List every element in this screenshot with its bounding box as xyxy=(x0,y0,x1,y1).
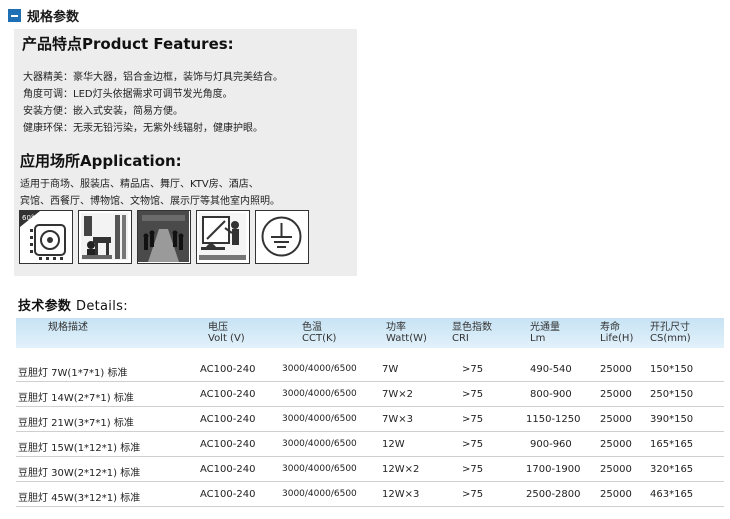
ground-symbol-icon xyxy=(255,210,309,264)
cell-watt: 12W×3 xyxy=(382,489,420,500)
cell-cri: >75 xyxy=(462,489,484,500)
col-header-life: 寿命 Life(H) xyxy=(600,322,634,344)
cell-life: 25000 xyxy=(600,489,632,500)
col-header-volt: 电压 Volt (V) xyxy=(208,322,245,344)
cell-lm: 2500-2800 xyxy=(526,489,581,500)
cell-lm: 490-540 xyxy=(530,364,572,375)
cell-volt: AC100-240 xyxy=(200,364,256,375)
cell-cs: 250*150 xyxy=(650,389,694,400)
col-header-lm: 光通量 Lm xyxy=(530,322,560,344)
section-header: 规格参数 xyxy=(8,6,80,25)
col-header-watt: 功率 Watt(W) xyxy=(386,322,427,344)
angle-badge-label: 60° xyxy=(22,214,34,222)
details-title-cn: 技术参数 xyxy=(18,299,72,314)
table-row: 豆胆灯 30W(2*12*1) 标准 AC100-240 3000/4000/6… xyxy=(16,457,724,482)
adjustable-angle-icon: 60° xyxy=(19,210,73,264)
cell-cs: 165*165 xyxy=(650,439,694,450)
feature-line: 安装方便：嵌入式安装，简易方便。 xyxy=(23,106,183,117)
cell-name: 豆胆灯 15W(1*12*1) 标准 xyxy=(18,443,141,454)
cell-life: 25000 xyxy=(600,439,632,450)
cell-watt: 12W xyxy=(382,439,405,450)
spec-table-header: 规格描述 电压 Volt (V) 色温 CCT(K) 功率 Watt(W) 显色指数 C… xyxy=(16,318,724,348)
col-header-cri: 显色指数 CRI xyxy=(452,322,492,344)
cell-name: 豆胆灯 21W(3*7*1) 标准 xyxy=(18,418,134,429)
cell-lm: 1150-1250 xyxy=(526,414,581,425)
cell-cri: >75 xyxy=(462,464,484,475)
cell-cct: 3000/4000/6500 xyxy=(282,439,357,449)
table-row: 豆胆灯 7W(1*7*1) 标准 AC100-240 3000/4000/650… xyxy=(16,357,724,382)
col-header-name: 规格描述 xyxy=(48,322,88,333)
minus-square-icon xyxy=(8,8,21,22)
cell-watt: 7W xyxy=(382,364,399,375)
cell-name: 豆胆灯 30W(2*12*1) 标准 xyxy=(18,468,141,479)
features-title: 产品特点Product Features: xyxy=(22,35,234,53)
cell-life: 25000 xyxy=(600,414,632,425)
cell-life: 25000 xyxy=(600,389,632,400)
cell-watt: 7W×2 xyxy=(382,389,413,400)
cell-name: 豆胆灯 14W(2*7*1) 标准 xyxy=(18,393,134,404)
cell-cs: 320*165 xyxy=(650,464,694,475)
application-title: 应用场所Application: xyxy=(20,152,182,170)
cell-cri: >75 xyxy=(462,389,484,400)
cell-lm: 900-960 xyxy=(530,439,572,450)
cell-volt: AC100-240 xyxy=(200,414,256,425)
features-panel: 产品特点Product Features: 大器精美：豪华大器，铝合金边框，装饰… xyxy=(14,29,357,276)
cell-volt: AC100-240 xyxy=(200,439,256,450)
col-header-cs: 开孔尺寸 CS(mm) xyxy=(650,322,691,344)
feature-line: 角度可调：LED灯头依据需求可调节发光角度。 xyxy=(23,89,233,100)
cell-cs: 150*150 xyxy=(650,364,694,375)
cell-life: 25000 xyxy=(600,464,632,475)
cell-volt: AC100-240 xyxy=(200,489,256,500)
cell-life: 25000 xyxy=(600,364,632,375)
cell-cri: >75 xyxy=(462,364,484,375)
table-row: 豆胆灯 45W(3*12*1) 标准 AC100-240 3000/4000/6… xyxy=(16,482,724,507)
cell-cs: 390*150 xyxy=(650,414,694,425)
details-title: 技术参数 Details: xyxy=(18,295,128,314)
shop-interior-icon xyxy=(78,210,132,264)
cell-cct: 3000/4000/6500 xyxy=(282,364,357,374)
cell-cct: 3000/4000/6500 xyxy=(282,414,357,424)
col-header-cct: 色温 CCT(K) xyxy=(302,322,337,344)
cell-name: 豆胆灯 45W(3*12*1) 标准 xyxy=(18,493,141,504)
application-line: 宾馆、西餐厅、博物馆、文物馆、展示厅等其他室内照明。 xyxy=(20,196,280,207)
cell-lm: 800-900 xyxy=(530,389,572,400)
table-row: 豆胆灯 15W(1*12*1) 标准 AC100-240 3000/4000/6… xyxy=(16,432,724,457)
application-line: 适用于商场、服装店、精品店、舞厅、KTV房、酒店、 xyxy=(20,179,259,190)
cell-name: 豆胆灯 7W(1*7*1) 标准 xyxy=(18,368,128,379)
cell-cct: 3000/4000/6500 xyxy=(282,489,357,499)
section-title: 规格参数 xyxy=(27,9,80,25)
cell-volt: AC100-240 xyxy=(200,389,256,400)
details-title-en: Details: xyxy=(76,299,128,314)
cell-watt: 7W×3 xyxy=(382,414,413,425)
table-row: 豆胆灯 14W(2*7*1) 标准 AC100-240 3000/4000/65… xyxy=(16,382,724,407)
exhibition-hall-icon xyxy=(137,210,191,264)
cell-cct: 3000/4000/6500 xyxy=(282,464,357,474)
cell-cs: 463*165 xyxy=(650,489,694,500)
cell-cri: >75 xyxy=(462,414,484,425)
cell-lm: 1700-1900 xyxy=(526,464,581,475)
application-icons: 60° xyxy=(19,210,314,264)
table-row: 豆胆灯 21W(3*7*1) 标准 AC100-240 3000/4000/65… xyxy=(16,407,724,432)
feature-line: 大器精美：豪华大器，铝合金边框，装饰与灯具完美结合。 xyxy=(23,72,283,83)
cell-volt: AC100-240 xyxy=(200,464,256,475)
feature-line: 健康环保：无汞无铅污染，无紫外线辐射，健康护眼。 xyxy=(23,123,263,134)
cell-cri: >75 xyxy=(462,439,484,450)
cell-cct: 3000/4000/6500 xyxy=(282,389,357,399)
office-presentation-icon xyxy=(196,210,250,264)
cell-watt: 12W×2 xyxy=(382,464,420,475)
